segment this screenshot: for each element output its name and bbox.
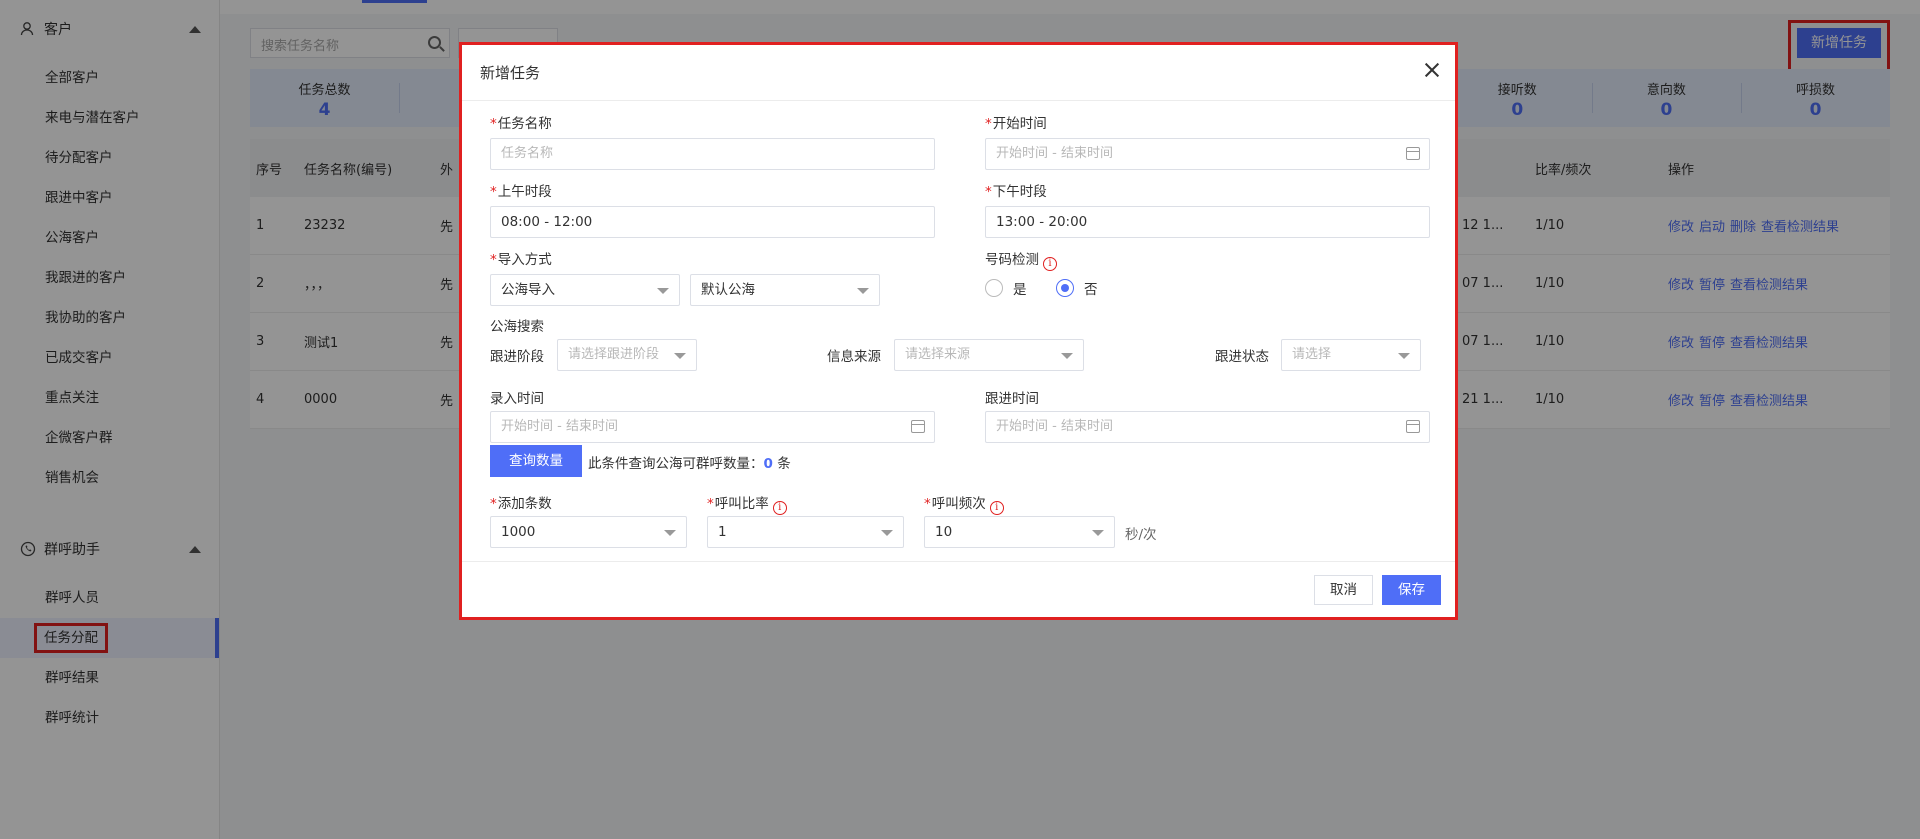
am-period-input[interactable]: 08:00 - 12:00: [490, 206, 935, 238]
call-ratio-select[interactable]: 1: [707, 516, 904, 548]
number-check-yes-radio[interactable]: 是: [985, 278, 1027, 298]
call-freq-unit: 秒/次: [1125, 527, 1157, 543]
import-mode-select[interactable]: 公海导入: [490, 274, 680, 306]
pm-period-input[interactable]: 13:00 - 20:00: [985, 206, 1430, 238]
add-count-select[interactable]: 1000: [490, 516, 687, 548]
entry-time-range[interactable]: 开始时间 - 结束时间: [490, 411, 935, 443]
save-button[interactable]: 保存: [1382, 575, 1441, 605]
calendar-icon: [1406, 420, 1420, 433]
close-icon[interactable]: [1423, 61, 1441, 79]
follow-status-label: 跟进状态: [1215, 349, 1269, 365]
chevron-down-icon: [657, 288, 669, 294]
number-check-no-radio[interactable]: 否: [1056, 278, 1098, 298]
add-count-label: *添加条数: [490, 496, 552, 512]
pool-search-title: 公海搜索: [490, 319, 544, 335]
dialog-title: 新增任务: [480, 64, 541, 82]
call-ratio-label: *呼叫比率 i: [707, 492, 787, 515]
dialog-header: 新增任务: [462, 45, 1455, 101]
cancel-button[interactable]: 取消: [1314, 575, 1373, 605]
dialog-footer: 取消 保存: [462, 561, 1455, 617]
follow-stage-select[interactable]: 请选择跟进阶段: [557, 339, 697, 371]
new-task-dialog: 新增任务 *任务名称 任务名称 *开始时间 开始时间 - 结束时间 *上午时段 …: [459, 42, 1458, 620]
pm-period-label: *下午时段: [985, 184, 1047, 200]
info-icon[interactable]: i: [772, 501, 787, 515]
chevron-down-icon: [664, 530, 676, 536]
info-icon[interactable]: i: [1043, 257, 1057, 271]
follow-time-label: 跟进时间: [985, 391, 1039, 407]
entry-time-label: 录入时间: [490, 391, 544, 407]
follow-stage-label: 跟进阶段: [490, 349, 544, 365]
follow-status-select[interactable]: 请选择: [1281, 339, 1421, 371]
task-name-input[interactable]: 任务名称: [490, 138, 935, 170]
task-name-label: *任务名称: [490, 116, 552, 132]
pool-select[interactable]: 默认公海: [690, 274, 880, 306]
query-count-button[interactable]: 查询数量: [490, 445, 582, 477]
call-freq-label: *呼叫频次 i: [924, 492, 1004, 515]
import-mode-label: *导入方式: [490, 252, 552, 268]
info-source-select[interactable]: 请选择来源: [894, 339, 1084, 371]
chevron-down-icon: [1092, 530, 1104, 536]
follow-time-range[interactable]: 开始时间 - 结束时间: [985, 411, 1430, 443]
query-result-text: 此条件查询公海可群呼数量：0 条: [588, 456, 791, 472]
chevron-down-icon: [857, 288, 869, 294]
call-freq-select[interactable]: 10: [924, 516, 1115, 548]
chevron-down-icon: [1398, 353, 1410, 359]
chevron-down-icon: [881, 530, 893, 536]
start-time-label: *开始时间: [985, 116, 1047, 132]
calendar-icon: [911, 420, 925, 433]
calendar-icon: [1406, 147, 1420, 160]
chevron-down-icon: [674, 353, 686, 359]
chevron-down-icon: [1061, 353, 1073, 359]
am-period-label: *上午时段: [490, 184, 552, 200]
info-source-label: 信息来源: [827, 349, 881, 365]
start-time-range[interactable]: 开始时间 - 结束时间: [985, 138, 1430, 170]
info-icon[interactable]: i: [989, 501, 1004, 515]
number-check-label: 号码检测 i: [985, 248, 1057, 271]
